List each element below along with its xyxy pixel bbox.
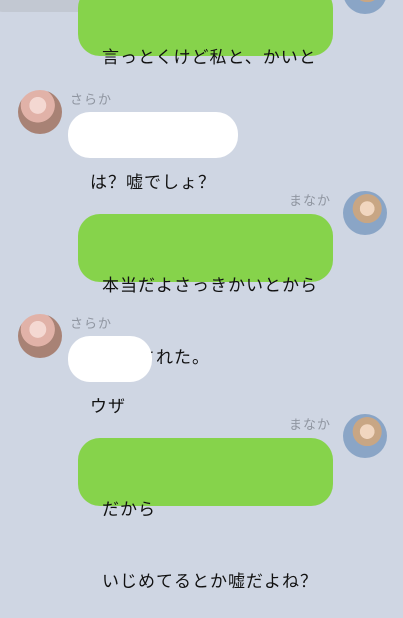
message-bubble-sent[interactable]: 言っとくけど私と、かいと 付き合ってるよ [78, 0, 333, 140]
message-bubble-received[interactable]: は？嘘でしょ？ [68, 112, 238, 193]
message-text: ウザ [90, 397, 126, 417]
sender-name: まなか [289, 194, 332, 209]
sender-name: さらか [70, 93, 113, 108]
message-text: いじめてるとか嘘だよね？ [102, 572, 318, 592]
avatar[interactable] [343, 414, 387, 458]
avatar[interactable] [18, 314, 62, 358]
avatar[interactable] [343, 191, 387, 235]
message-text: 言っとくけど私と、かいと [102, 48, 317, 68]
message-bubble-sent[interactable]: 本当だよさっきかいとから 告白された。 [78, 214, 333, 368]
sender-name: さらか [70, 317, 113, 332]
avatar[interactable] [343, 0, 387, 14]
message-text: 本当だよさっきかいとから [102, 276, 318, 296]
message-text: は？嘘でしょ？ [90, 173, 216, 193]
message-bubble-sent[interactable]: だから いじめてるとか嘘だよね？ [78, 438, 333, 592]
message-text: だから [102, 500, 156, 520]
sender-name: まなか [289, 418, 332, 433]
message-bubble-received[interactable]: ウザ [68, 336, 152, 417]
avatar[interactable] [18, 90, 62, 134]
